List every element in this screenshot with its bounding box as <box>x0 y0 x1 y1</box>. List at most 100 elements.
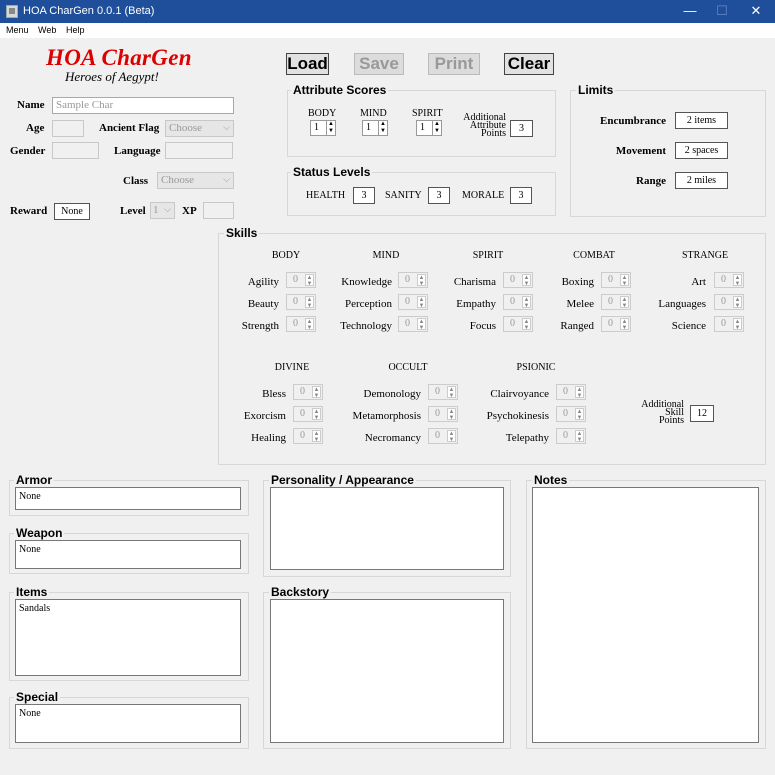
spin-arrows-icon: ▲ ▼ <box>417 296 426 309</box>
age-input[interactable] <box>52 120 84 137</box>
minimize-button[interactable]: — <box>673 0 707 23</box>
body-attr-value: 1 <box>314 122 319 133</box>
spin-arrows-icon: ▲ ▼ <box>447 430 456 443</box>
skill-art-stepper[interactable]: 0 ▲ ▼ <box>714 272 744 288</box>
skill-ranged-stepper[interactable]: 0 ▲ ▼ <box>601 316 631 332</box>
additional-attribute-points-value: 3 <box>510 120 533 137</box>
notes-textbox[interactable] <box>532 487 759 743</box>
weapon-textbox[interactable]: None <box>15 540 241 569</box>
skills-title: Skills <box>224 226 260 240</box>
chevron-down-icon: ⌵ <box>223 174 230 184</box>
skill-knowledge-stepper[interactable]: 0 ▲ ▼ <box>398 272 428 288</box>
skill-necromancy-stepper[interactable]: 0 ▲ ▼ <box>428 428 458 444</box>
spin-arrows-icon[interactable]: ▲ ▼ <box>378 121 387 135</box>
sanity-label: SANITY <box>385 190 422 201</box>
body-attr-stepper[interactable]: 1 ▲ ▼ <box>310 120 336 136</box>
name-input[interactable]: Sample Char <box>52 97 234 114</box>
movement-label: Movement <box>615 145 666 157</box>
skill-cat-spirit: SPIRIT <box>472 250 504 261</box>
language-input[interactable] <box>165 142 233 159</box>
armor-title: Armor <box>14 473 55 487</box>
skill-science-stepper[interactable]: 0 ▲ ▼ <box>714 316 744 332</box>
app-icon <box>6 5 18 18</box>
backstory-title: Backstory <box>269 585 332 599</box>
skill-ranged-label: Ranged <box>560 320 594 332</box>
age-label: Age <box>26 122 45 134</box>
personality-textbox[interactable] <box>270 487 504 570</box>
name-label: Name <box>17 99 45 111</box>
close-button[interactable]: ✕ <box>739 0 773 23</box>
spin-arrows-icon[interactable]: ▲ ▼ <box>432 121 441 135</box>
spin-arrows-icon: ▲ ▼ <box>733 296 742 309</box>
notes-title: Notes <box>532 473 570 487</box>
ancient-flag-select[interactable]: Choose ⌵ <box>165 120 234 137</box>
skill-telepathy-stepper[interactable]: 0 ▲ ▼ <box>556 428 586 444</box>
mind-attr-stepper[interactable]: 1 ▲ ▼ <box>362 120 388 136</box>
skill-agility-label: Agility <box>247 276 279 288</box>
language-label: Language <box>114 145 161 157</box>
reward-label: Reward <box>10 205 48 217</box>
special-textbox[interactable]: None <box>15 704 241 743</box>
spirit-attr-label: SPIRIT <box>412 108 443 119</box>
skill-beauty-label: Beauty <box>247 298 279 310</box>
skill-strength-stepper[interactable]: 0 ▲ ▼ <box>286 316 316 332</box>
attribute-scores-title: Attribute Scores <box>291 83 389 97</box>
spin-arrows-icon: ▲ ▼ <box>733 318 742 331</box>
skill-clairvoyance-stepper[interactable]: 0 ▲ ▼ <box>556 384 586 400</box>
skill-melee-label: Melee <box>566 298 594 310</box>
menu-item-menu[interactable]: Menu <box>6 25 29 35</box>
skill-demonology-label: Demonology <box>363 388 421 400</box>
menu-item-web[interactable]: Web <box>38 25 56 35</box>
spin-arrows-icon: ▲ ▼ <box>620 274 629 287</box>
skill-empathy-stepper[interactable]: 0 ▲ ▼ <box>503 294 533 310</box>
skill-perception-stepper[interactable]: 0 ▲ ▼ <box>398 294 428 310</box>
spirit-attr-stepper[interactable]: 1 ▲ ▼ <box>416 120 442 136</box>
health-value: 3 <box>353 187 375 204</box>
skill-bless-stepper[interactable]: 0 ▲ ▼ <box>293 384 323 400</box>
skill-cat-occult: OCCULT <box>388 362 428 373</box>
skill-boxing-stepper[interactable]: 0 ▲ ▼ <box>601 272 631 288</box>
gender-input[interactable] <box>52 142 99 159</box>
skill-cat-psionic: PSIONIC <box>516 362 556 373</box>
print-button[interactable]: Print <box>428 53 480 75</box>
additional-skill-points-value: 12 <box>690 405 714 422</box>
clear-button[interactable]: Clear <box>504 53 554 75</box>
class-select[interactable]: Choose ⌵ <box>157 172 234 189</box>
skill-beauty-stepper[interactable]: 0 ▲ ▼ <box>286 294 316 310</box>
spin-arrows-icon: ▲ ▼ <box>575 408 584 421</box>
xp-input[interactable] <box>203 202 234 219</box>
skill-healing-stepper[interactable]: 0 ▲ ▼ <box>293 428 323 444</box>
skill-psychokinesis-stepper[interactable]: 0 ▲ ▼ <box>556 406 586 422</box>
backstory-textbox[interactable] <box>270 599 504 743</box>
spin-arrows-icon[interactable]: ▲ ▼ <box>326 121 335 135</box>
items-title: Items <box>14 585 50 599</box>
skill-melee-stepper[interactable]: 0 ▲ ▼ <box>601 294 631 310</box>
morale-label: MORALE <box>462 190 505 201</box>
skill-technology-stepper[interactable]: 0 ▲ ▼ <box>398 316 428 332</box>
mind-attr-label: MIND <box>360 108 387 119</box>
skill-languages-stepper[interactable]: 0 ▲ ▼ <box>714 294 744 310</box>
skill-demonology-stepper[interactable]: 0 ▲ ▼ <box>428 384 458 400</box>
skill-agility-stepper[interactable]: 0 ▲ ▼ <box>286 272 316 288</box>
spin-arrows-icon: ▲ ▼ <box>312 408 321 421</box>
load-button[interactable]: Load <box>286 53 329 75</box>
skill-exorcism-label: Exorcism <box>243 410 286 422</box>
spin-arrows-icon: ▲ ▼ <box>522 274 531 287</box>
skill-charisma-stepper[interactable]: 0 ▲ ▼ <box>503 272 533 288</box>
gender-label: Gender <box>10 145 46 157</box>
armor-textbox[interactable]: None <box>15 487 241 510</box>
level-select[interactable]: 1 ⌵ <box>150 202 175 219</box>
menu-item-help[interactable]: Help <box>66 25 85 35</box>
save-button[interactable]: Save <box>354 53 404 75</box>
skill-metamorphosis-stepper[interactable]: 0 ▲ ▼ <box>428 406 458 422</box>
title-bar: HOA CharGen 0.0.1 (Beta) — ☐ ✕ <box>0 0 775 23</box>
skill-exorcism-stepper[interactable]: 0 ▲ ▼ <box>293 406 323 422</box>
skill-focus-stepper[interactable]: 0 ▲ ▼ <box>503 316 533 332</box>
items-textbox[interactable]: Sandals <box>15 599 241 676</box>
skill-knowledge-label: Knowledge <box>341 276 392 288</box>
movement-value: 2 spaces <box>675 142 728 159</box>
maximize-button[interactable]: ☐ <box>705 0 739 23</box>
app-logo-subtitle: Heroes of Aegypt! <box>65 69 159 84</box>
ancient-flag-value: Choose <box>169 122 202 134</box>
skill-bless-label: Bless <box>262 388 286 400</box>
